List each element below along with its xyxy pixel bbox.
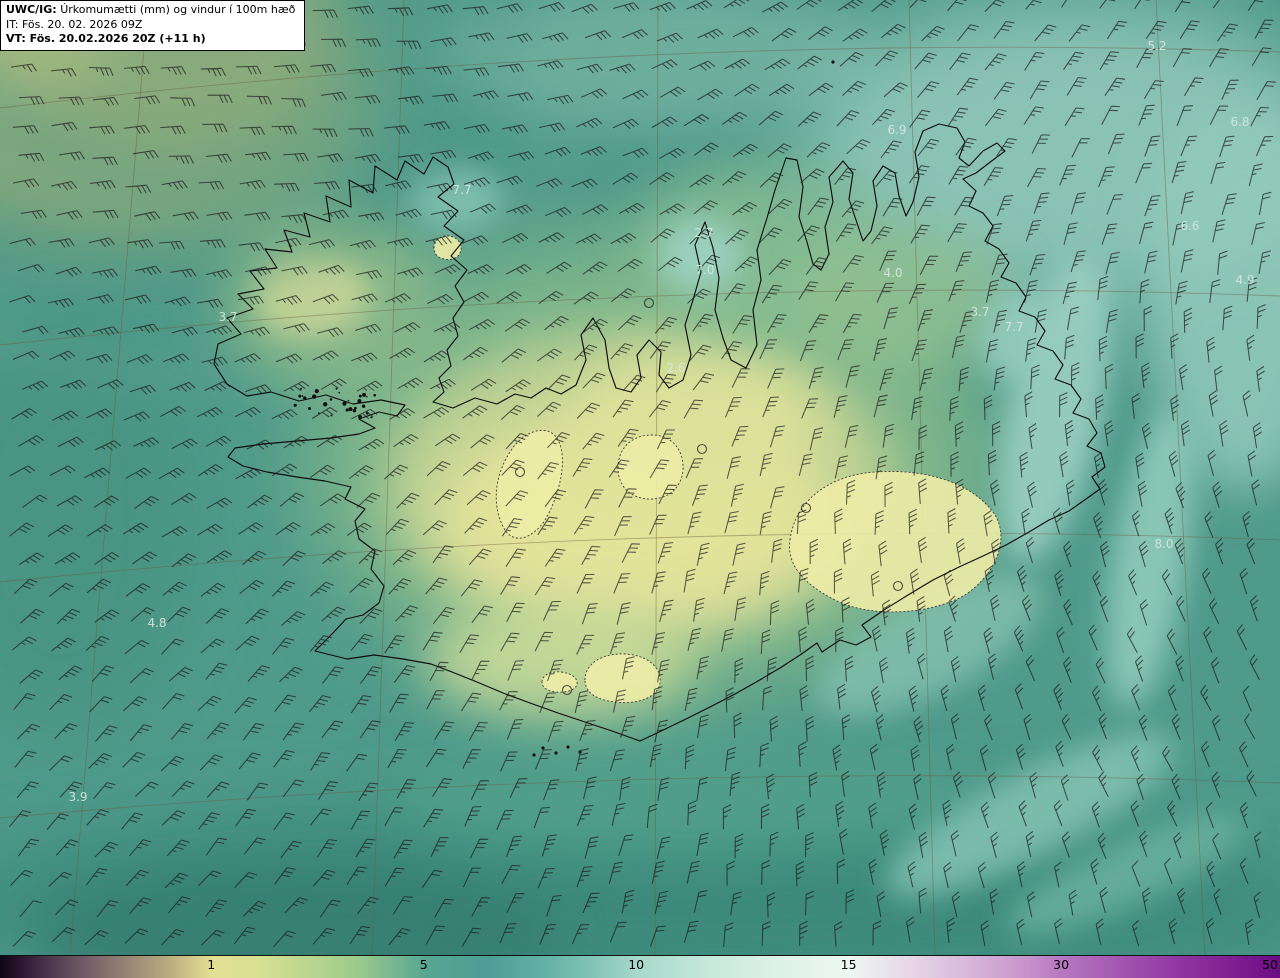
precip-value-label: 5.2 [1147, 39, 1166, 53]
valid-time-line: VT: Fös. 20.02.2026 20Z (+11 h) [6, 32, 206, 46]
colorbar: 1 5 10 15 30 50 [0, 955, 1280, 978]
colorbar-tick-label: 15 [840, 957, 857, 972]
precip-value-label: 6.8 [1230, 115, 1249, 129]
weather-map: 5.2 6.9 6.8 7.7 2.7 7.0 6.6 4.0 4.9 3.7 3.7 7.7 2.6 4… [0, 0, 1280, 956]
precip-value-label: 8.0 [1154, 537, 1173, 551]
precip-value-label: 4.0 [883, 266, 902, 280]
title-box: UWC/IG: Úrkomumætti (mm) og vindur í 100… [0, 0, 306, 52]
colorbar-tick-label: 50 [1262, 957, 1278, 972]
precip-value-label: 3.7 [218, 310, 237, 324]
title-line: UWC/IG: Úrkomumætti (mm) og vindur í 100… [6, 3, 295, 18]
precip-value-label: 6.6 [1180, 219, 1199, 233]
colorbar-tick-label: 10 [628, 957, 645, 972]
model-label: UWC/IG: [6, 3, 57, 16]
map-title: Úrkomumætti (mm) og vindur í 100m hæð [60, 3, 296, 16]
precip-value-label: 6.9 [887, 123, 906, 137]
precip-value-label: 2.6 [666, 361, 685, 375]
precip-value-label: 4.9 [1235, 273, 1254, 287]
colorbar-tick-label: 1 [207, 957, 216, 972]
colorbar-tick-label: 30 [1053, 957, 1070, 972]
colorbar-tick-label: 5 [419, 957, 428, 972]
glacier-outline [789, 470, 1002, 613]
weather-map-app: 5.2 6.9 6.8 7.7 2.7 7.0 6.6 4.0 4.9 3.7 3.7 7.7 2.6 4… [0, 0, 1280, 978]
precip-value-label: 3.7 [970, 305, 989, 319]
precip-value-label: 4.8 [147, 616, 166, 630]
precip-value-label: 3.9 [68, 790, 87, 804]
precip-value-label: 7.0 [695, 263, 714, 277]
init-time-line: IT: Fös. 20. 02. 2026 09Z [6, 17, 143, 31]
precip-value-label: 7.7 [1004, 320, 1023, 334]
precip-value-label: 7.7 [452, 183, 471, 197]
precip-value-label: 2.7 [694, 226, 713, 240]
